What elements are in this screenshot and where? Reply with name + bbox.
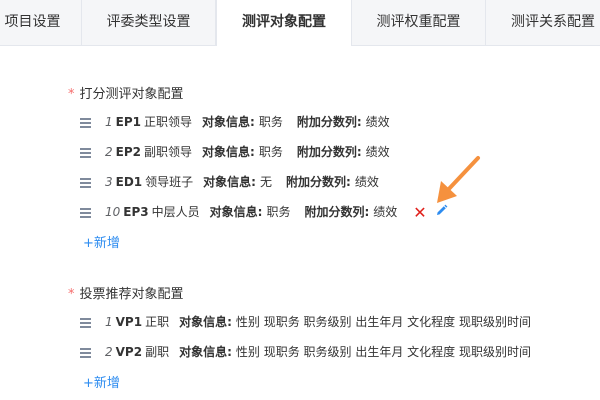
info-value: 性别 现职务 职务级别 出生年月 文化程度 现职级别时间 — [235, 315, 531, 329]
item-code: EP3 — [123, 205, 149, 219]
tab-judge-type-settings[interactable]: 评委类型设置 — [82, 0, 216, 45]
list-item[interactable]: 3 ED1 领导班子 对象信息: 无附加分数列: 绩效 — [80, 172, 383, 192]
drag-handle-icon[interactable] — [80, 346, 91, 360]
info-label: 对象信息: — [179, 345, 232, 359]
item-index: 2 — [105, 345, 113, 359]
info-value: 无 — [259, 175, 272, 189]
extra-value: 绩效 — [354, 175, 379, 189]
info-label: 对象信息: — [179, 315, 232, 329]
info-label: 对象信息: — [202, 145, 255, 159]
extra-label: 附加分数列: — [286, 175, 351, 189]
info-label: 对象信息: — [203, 175, 256, 189]
scoring-section-label: 打分测评对象配置 — [79, 87, 184, 102]
voting-section-title: * 投票推荐对象配置 — [68, 283, 184, 302]
item-index: 1 — [105, 315, 113, 329]
item-index: 3 — [105, 175, 113, 189]
list-item[interactable]: 2 VP2 副职 对象信息: 性别 现职务 职务级别 出生年月 文化程度 现职级别时间 — [80, 342, 535, 362]
info-value: 职务 — [266, 205, 291, 219]
tab-weight-config[interactable]: 测评权重配置 — [352, 0, 486, 45]
item-code: EP2 — [115, 145, 141, 159]
extra-label: 附加分数列: — [296, 145, 362, 159]
add-voting-object-button[interactable]: +新增 — [83, 372, 120, 391]
edit-button[interactable] — [435, 203, 448, 223]
pencil-icon — [436, 204, 448, 215]
list-item[interactable]: 10 EP3 中层人员 对象信息: 职务 附加分数列: 绩效 ✕ — [80, 202, 448, 222]
drag-handle-icon[interactable] — [80, 146, 91, 160]
extra-value: 绩效 — [373, 205, 398, 219]
item-name: 副职 — [145, 345, 170, 359]
item-index: 10 — [105, 205, 121, 219]
item-code: ED1 — [115, 175, 143, 189]
item-index: 1 — [105, 115, 113, 129]
tab-relation-config[interactable]: 测评关系配置 — [486, 0, 600, 45]
list-item[interactable]: 2 EP2 副职领导 对象信息: 职务 附加分数列: 绩效 — [80, 142, 394, 162]
drag-handle-icon[interactable] — [80, 116, 91, 130]
tab-bar: 项目设置 评委类型设置 测评对象配置 测评权重配置 测评关系配置 — [0, 0, 600, 46]
item-name: 副职领导 — [143, 145, 192, 159]
tab-project-settings[interactable]: 项目设置 — [0, 0, 82, 45]
drag-handle-icon[interactable] — [80, 176, 91, 190]
item-code: EP1 — [115, 115, 141, 129]
list-item[interactable]: 1 EP1 正职领导 对象信息: 职务 附加分数列: 绩效 — [80, 112, 394, 132]
extra-label: 附加分数列: — [304, 205, 370, 219]
delete-button[interactable]: ✕ — [413, 202, 427, 222]
item-index: 2 — [105, 145, 113, 159]
close-icon: ✕ — [413, 202, 427, 222]
info-value: 职务 — [258, 145, 283, 159]
drag-handle-icon[interactable] — [80, 206, 91, 220]
tab-evaluation-object-config[interactable]: 测评对象配置 — [216, 0, 352, 46]
item-code: VP1 — [115, 315, 143, 329]
info-label: 对象信息: — [202, 115, 255, 129]
item-name: 中层人员 — [151, 205, 200, 219]
item-name: 正职领导 — [143, 115, 192, 129]
extra-value: 绩效 — [365, 145, 390, 159]
item-code: VP2 — [115, 345, 143, 359]
required-mark: * — [68, 87, 75, 102]
voting-section-label: 投票推荐对象配置 — [79, 287, 184, 302]
list-item[interactable]: 1 VP1 正职 对象信息: 性别 现职务 职务级别 出生年月 文化程度 现职级别时间 — [80, 312, 535, 332]
drag-handle-icon[interactable] — [80, 316, 91, 330]
item-name: 正职 — [145, 315, 170, 329]
add-scoring-object-button[interactable]: +新增 — [83, 232, 120, 251]
info-value: 性别 现职务 职务级别 出生年月 文化程度 现职级别时间 — [235, 345, 531, 359]
item-name: 领导班子 — [145, 175, 194, 189]
info-value: 职务 — [258, 115, 283, 129]
extra-value: 绩效 — [365, 115, 390, 129]
required-mark: * — [68, 287, 75, 302]
arrow-icon — [437, 156, 480, 203]
extra-label: 附加分数列: — [296, 115, 362, 129]
scoring-section-title: * 打分测评对象配置 — [68, 83, 184, 102]
info-label: 对象信息: — [209, 205, 263, 219]
